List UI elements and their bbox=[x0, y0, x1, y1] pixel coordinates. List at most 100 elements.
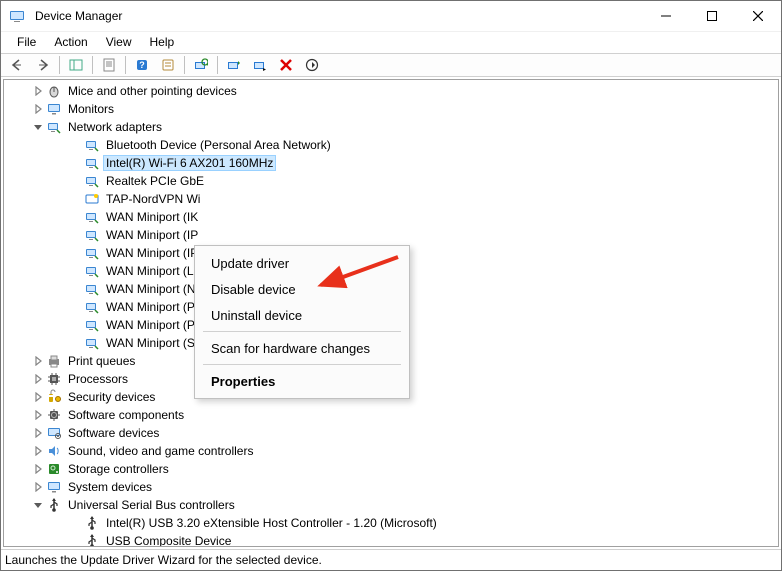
svg-text:?: ? bbox=[139, 60, 145, 70]
expander-icon[interactable] bbox=[30, 407, 46, 423]
uninstall-device-button[interactable] bbox=[274, 54, 298, 76]
help-button[interactable]: ? bbox=[130, 54, 154, 76]
toolbar-separator bbox=[184, 56, 185, 74]
tree-item[interactable]: WAN Miniport (IK bbox=[8, 208, 778, 226]
menu-file[interactable]: File bbox=[9, 34, 44, 50]
sysdev-icon bbox=[46, 479, 62, 495]
expander-icon[interactable] bbox=[30, 479, 46, 495]
toolbar-separator bbox=[92, 56, 93, 74]
menu-action[interactable]: Action bbox=[46, 34, 95, 50]
expander-placeholder bbox=[68, 515, 84, 531]
tree-item[interactable]: Mice and other pointing devices bbox=[8, 82, 778, 100]
network-icon bbox=[84, 173, 100, 189]
maximize-button[interactable] bbox=[689, 1, 735, 31]
tree-item[interactable]: TAP-NordVPN Wi bbox=[8, 190, 778, 208]
show-hide-tree-button[interactable] bbox=[64, 54, 88, 76]
tree-item[interactable]: Storage controllers bbox=[8, 460, 778, 478]
expander-icon[interactable] bbox=[30, 389, 46, 405]
tree-item[interactable]: Bluetooth Device (Personal Area Network) bbox=[8, 136, 778, 154]
tree-item[interactable]: Software components bbox=[8, 406, 778, 424]
expander-placeholder bbox=[68, 227, 84, 243]
minimize-button[interactable] bbox=[643, 1, 689, 31]
expander-placeholder bbox=[68, 533, 84, 546]
title-bar: Device Manager bbox=[1, 1, 781, 31]
tree-item-label: WAN Miniport (IP bbox=[104, 228, 200, 242]
tree-item-label: Storage controllers bbox=[66, 462, 171, 476]
expander-icon[interactable] bbox=[30, 83, 46, 99]
context-menu-item[interactable]: Scan for hardware changes bbox=[197, 335, 407, 361]
scan-hardware-button[interactable] bbox=[189, 54, 213, 76]
tree-item-label: Intel(R) Wi-Fi 6 AX201 160MHz bbox=[104, 156, 275, 170]
expander-placeholder bbox=[68, 173, 84, 189]
tree-item[interactable]: Intel(R) Wi-Fi 6 AX201 160MHz bbox=[8, 154, 778, 172]
tree-item[interactable]: Universal Serial Bus controllers bbox=[8, 496, 778, 514]
toolbar-separator bbox=[59, 56, 60, 74]
status-bar: Launches the Update Driver Wizard for th… bbox=[1, 549, 781, 570]
window-title: Device Manager bbox=[35, 9, 122, 23]
nav-back-button[interactable] bbox=[5, 54, 29, 76]
close-button[interactable] bbox=[735, 1, 781, 31]
tree-item-label: Security devices bbox=[66, 390, 157, 404]
security-icon bbox=[46, 389, 62, 405]
tree-item[interactable]: Software devices bbox=[8, 424, 778, 442]
tap-icon bbox=[84, 191, 100, 207]
expander-placeholder bbox=[68, 155, 84, 171]
tree-item[interactable]: Monitors bbox=[8, 100, 778, 118]
context-menu-item[interactable]: Uninstall device bbox=[197, 302, 407, 328]
network-icon bbox=[84, 227, 100, 243]
tree-item-label: WAN Miniport (IK bbox=[104, 210, 200, 224]
expander-icon[interactable] bbox=[30, 461, 46, 477]
tree-item[interactable]: Intel(R) USB 3.20 eXtensible Host Contro… bbox=[8, 514, 778, 532]
disable-device-button[interactable] bbox=[248, 54, 272, 76]
menu-view[interactable]: View bbox=[98, 34, 140, 50]
tree-item[interactable]: System devices bbox=[8, 478, 778, 496]
context-menu-item[interactable]: Properties bbox=[197, 368, 407, 394]
context-menu-item[interactable]: Disable device bbox=[197, 276, 407, 302]
context-menu-item[interactable]: Update driver bbox=[197, 250, 407, 276]
add-legacy-hardware-button[interactable] bbox=[300, 54, 324, 76]
context-menu-separator bbox=[203, 364, 401, 365]
monitor-icon bbox=[46, 101, 62, 117]
device-manager-window: Device Manager File Action View Help ? bbox=[0, 0, 782, 571]
tree-item[interactable]: WAN Miniport (IP bbox=[8, 226, 778, 244]
network-icon bbox=[84, 335, 100, 351]
expander-icon[interactable] bbox=[30, 101, 46, 117]
properties-button[interactable] bbox=[97, 54, 121, 76]
tree-item[interactable]: Sound, video and game controllers bbox=[8, 442, 778, 460]
tree-item[interactable]: Network adapters bbox=[8, 118, 778, 136]
swdev-icon bbox=[46, 425, 62, 441]
network-icon bbox=[84, 137, 100, 153]
expander-icon[interactable] bbox=[30, 443, 46, 459]
context-menu-separator bbox=[203, 331, 401, 332]
tree-item-label: Print queues bbox=[66, 354, 137, 368]
network-icon bbox=[84, 263, 100, 279]
content-pane: Mice and other pointing devicesMonitorsN… bbox=[3, 79, 779, 547]
nav-forward-button[interactable] bbox=[31, 54, 55, 76]
expander-icon[interactable] bbox=[30, 497, 46, 513]
tree-item-label: Bluetooth Device (Personal Area Network) bbox=[104, 138, 333, 152]
expander-icon[interactable] bbox=[30, 119, 46, 135]
tree-item-label: WAN Miniport (IP bbox=[104, 246, 200, 260]
update-driver-button[interactable] bbox=[222, 54, 246, 76]
expander-placeholder bbox=[68, 209, 84, 225]
tree-item-label: Sound, video and game controllers bbox=[66, 444, 255, 458]
tree-item-label: WAN Miniport (N bbox=[104, 282, 198, 296]
swcomp-icon bbox=[46, 407, 62, 423]
expander-icon[interactable] bbox=[30, 371, 46, 387]
tree-item-label: TAP-NordVPN Wi bbox=[104, 192, 202, 206]
tree-item-label: Intel(R) USB 3.20 eXtensible Host Contro… bbox=[104, 516, 439, 530]
status-text: Launches the Update Driver Wizard for th… bbox=[5, 553, 322, 567]
usb-icon bbox=[84, 515, 100, 531]
network-icon bbox=[84, 281, 100, 297]
menu-help[interactable]: Help bbox=[142, 34, 183, 50]
expander-icon[interactable] bbox=[30, 353, 46, 369]
printer-icon bbox=[46, 353, 62, 369]
expander-placeholder bbox=[68, 335, 84, 351]
expander-placeholder bbox=[68, 317, 84, 333]
expander-icon[interactable] bbox=[30, 425, 46, 441]
tree-item-label: Universal Serial Bus controllers bbox=[66, 498, 237, 512]
tree-item[interactable]: Realtek PCIe GbE bbox=[8, 172, 778, 190]
network-icon bbox=[84, 317, 100, 333]
tree-item[interactable]: USB Composite Device bbox=[8, 532, 778, 546]
action2-button[interactable] bbox=[156, 54, 180, 76]
